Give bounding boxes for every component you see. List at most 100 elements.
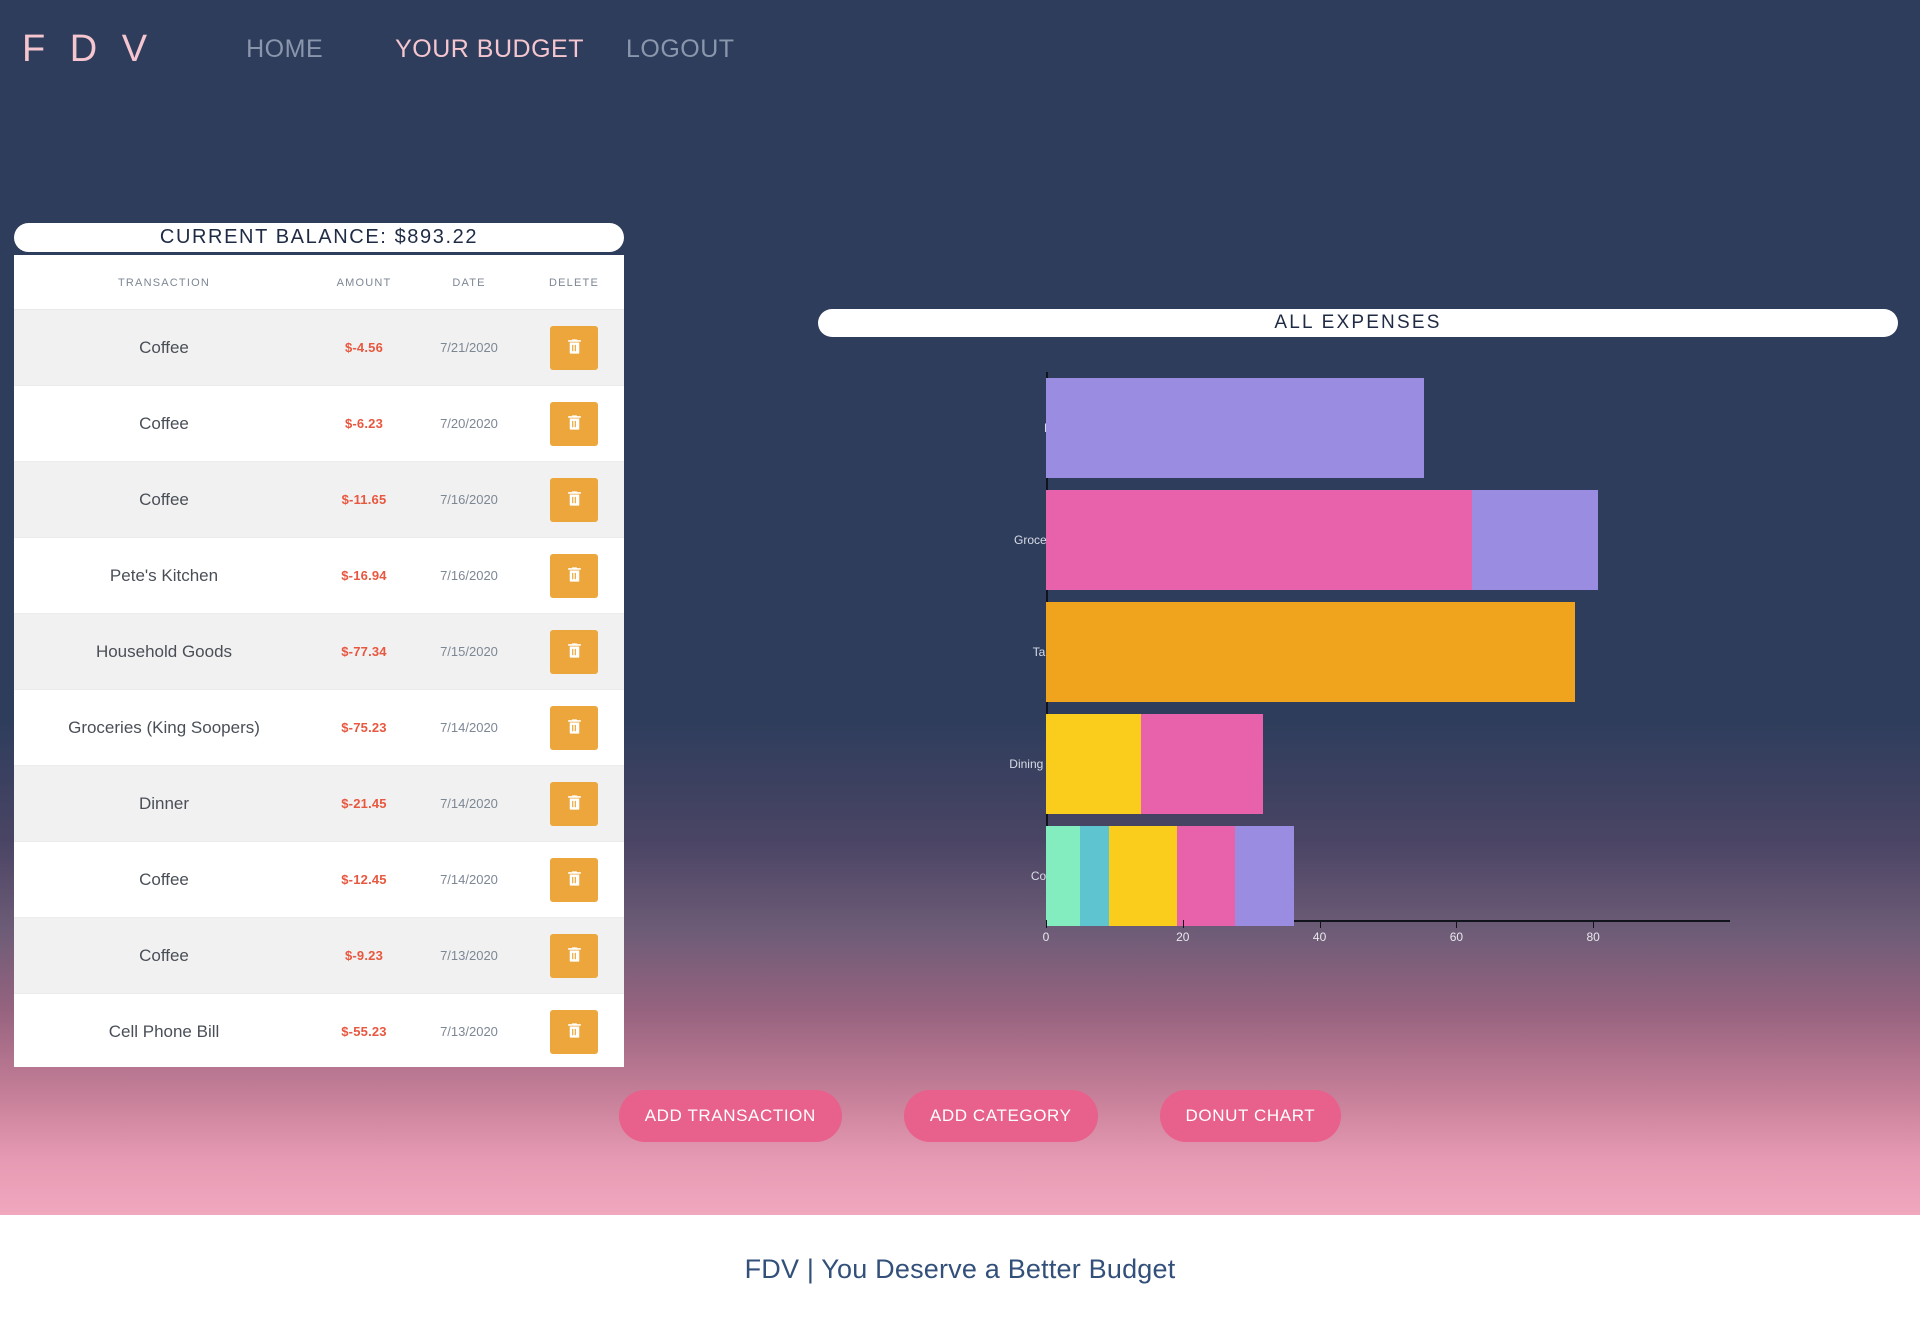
add-transaction-button[interactable]: ADD TRANSACTION — [618, 1090, 842, 1142]
cell-delete — [524, 993, 624, 1067]
table-row: Coffee $-6.23 7/20/2020 — [14, 385, 624, 462]
cell-date: 7/16/2020 — [414, 537, 524, 614]
cell-transaction: Coffee — [14, 461, 314, 538]
cell-transaction: Household Goods — [14, 613, 314, 690]
table-row: Groceries (King Soopers) $-75.23 7/14/2020 — [14, 689, 624, 766]
chart-bar-segment — [1108, 826, 1178, 926]
trash-icon — [565, 413, 584, 435]
chart-bar — [1046, 714, 1264, 814]
transactions-card: TRANSACTION AMOUNT DATE DELETE Coffee $-4… — [14, 255, 624, 1067]
chart-title-text: ALL EXPENSES — [1274, 312, 1442, 333]
cell-amount: $-9.23 — [314, 917, 414, 994]
delete-transaction-button[interactable] — [550, 401, 598, 446]
chart-bar-segment — [1046, 378, 1424, 478]
cell-transaction: Coffee — [14, 841, 314, 918]
chart-x-tick-label: 20 — [1176, 930, 1190, 944]
cell-delete — [524, 613, 624, 690]
cell-amount: $-77.34 — [314, 613, 414, 690]
chart-x-tick-label: 0 — [1042, 930, 1050, 944]
footer-text: FDV | You Deserve a Better Budget — [744, 1253, 1176, 1284]
delete-transaction-button[interactable] — [550, 553, 598, 598]
delete-transaction-button[interactable] — [550, 857, 598, 902]
chart-x-tick-label: 60 — [1449, 930, 1464, 944]
cell-delete — [524, 917, 624, 994]
cell-amount: $-12.45 — [314, 841, 414, 918]
delete-transaction-button[interactable] — [550, 1009, 598, 1054]
brand-logo[interactable]: F D V — [22, 28, 154, 71]
chart-bar-segment — [1046, 602, 1575, 702]
cell-transaction: Coffee — [14, 385, 314, 462]
cell-delete — [524, 385, 624, 462]
all-expenses-bar-chart: Bills Groceries Target Dining Out Coffee 0 20… — [1000, 372, 1740, 952]
delete-transaction-button[interactable] — [550, 325, 598, 370]
nav-link-home[interactable]: HOME — [246, 35, 323, 64]
add-category-button[interactable]: ADD CATEGORY — [903, 1090, 1098, 1142]
current-balance-text: CURRENT BALANCE: $893.22 — [159, 226, 479, 248]
nav-links: HOME YOUR BUDGET LOGOUT — [246, 35, 794, 64]
cell-delete — [524, 841, 624, 918]
chart-bar — [1046, 602, 1575, 702]
navbar: F D V HOME YOUR BUDGET LOGOUT — [0, 0, 1920, 98]
trash-icon — [565, 1021, 584, 1043]
trash-icon — [565, 717, 584, 739]
chart-bar-segment — [1472, 490, 1598, 590]
chart-bar-segment — [1046, 826, 1081, 926]
cell-date: 7/16/2020 — [414, 461, 524, 538]
cell-transaction: Coffee — [14, 917, 314, 994]
table-row: Coffee $-11.65 7/16/2020 — [14, 461, 624, 538]
chart-bar-segment — [1046, 714, 1142, 814]
table-row: Coffee $-9.23 7/13/2020 — [14, 917, 624, 994]
chart-bar-row: Bills — [1000, 378, 1740, 478]
chart-x-tick-label: 80 — [1586, 930, 1600, 944]
transactions-table: TRANSACTION AMOUNT DATE DELETE Coffee $-4… — [14, 255, 624, 1067]
table-body: Coffee $-4.56 7/21/2020 Coffee $-6.23 7/20/20… — [14, 309, 624, 1067]
chart-x-tick — [1046, 920, 1047, 928]
delete-transaction-button[interactable] — [550, 705, 598, 750]
table-row: Dinner $-21.45 7/14/2020 — [14, 765, 624, 842]
chart-x-tick — [1456, 920, 1458, 928]
cell-date: 7/13/2020 — [414, 917, 524, 994]
chart-bar — [1046, 378, 1424, 478]
chart-bar-row: Target — [1000, 602, 1740, 702]
cell-amount: $-6.23 — [314, 385, 414, 462]
donut-chart-button[interactable]: DONUT CHART — [1159, 1090, 1342, 1142]
column-header-transaction: TRANSACTION — [14, 255, 314, 310]
delete-transaction-button[interactable] — [550, 477, 598, 522]
column-header-amount: AMOUNT — [314, 255, 414, 310]
chart-x-tick — [1182, 920, 1184, 928]
delete-transaction-button[interactable] — [550, 629, 598, 674]
chart-bar — [1046, 826, 1294, 926]
cell-amount: $-4.56 — [314, 309, 414, 386]
cell-amount: $-55.23 — [314, 993, 414, 1067]
table-row: Household Goods $-77.34 7/15/2020 — [14, 613, 624, 690]
trash-icon — [565, 565, 584, 587]
cell-amount: $-21.45 — [314, 765, 414, 842]
trash-icon — [565, 337, 584, 359]
cell-delete — [524, 309, 624, 386]
cell-delete — [524, 537, 624, 614]
cell-amount: $-11.65 — [314, 461, 414, 538]
delete-transaction-button[interactable] — [550, 933, 598, 978]
cell-date: 7/21/2020 — [414, 309, 524, 386]
nav-link-your-budget[interactable]: YOUR BUDGET — [395, 35, 584, 64]
delete-transaction-button[interactable] — [550, 781, 598, 826]
cell-transaction: Cell Phone Bill — [14, 993, 314, 1067]
cell-date: 7/13/2020 — [414, 993, 524, 1067]
chart-x-tick — [1319, 920, 1321, 928]
cell-amount: $-75.23 — [314, 689, 414, 766]
chart-bar-segment — [1177, 826, 1236, 926]
chart-bar-segment — [1046, 490, 1473, 590]
table-row: Coffee $-4.56 7/21/2020 — [14, 309, 624, 386]
chart-x-tick-label: 40 — [1312, 930, 1327, 944]
chart-bar-row: Dining Out — [1000, 714, 1740, 814]
cell-date: 7/14/2020 — [414, 765, 524, 842]
cell-date: 7/14/2020 — [414, 689, 524, 766]
cell-transaction: Groceries (King Soopers) — [14, 689, 314, 766]
chart-bar — [1046, 490, 1598, 590]
table-head: TRANSACTION AMOUNT DATE DELETE — [14, 255, 624, 310]
cell-delete — [524, 689, 624, 766]
chart-x-tick — [1593, 920, 1595, 928]
table-row: Coffee $-12.45 7/14/2020 — [14, 841, 624, 918]
chart-bar-segment — [1080, 826, 1109, 926]
nav-link-logout[interactable]: LOGOUT — [626, 35, 735, 64]
